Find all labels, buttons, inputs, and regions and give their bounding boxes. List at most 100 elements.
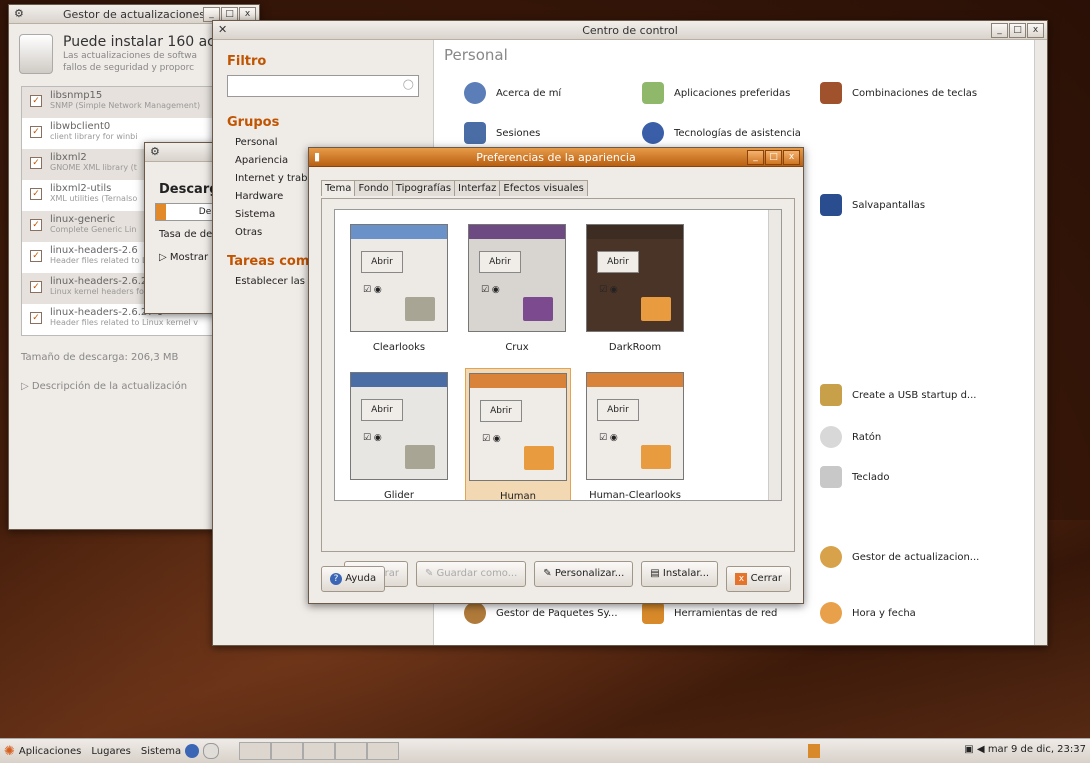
theme-preview-checkbox: ☑ ◉ [599, 285, 618, 295]
close-button[interactable]: x [1027, 23, 1044, 38]
theme-preview: Abrir ☑ ◉ [350, 224, 448, 332]
theme-item[interactable]: Abrir ☑ ◉ DarkRoom [583, 220, 687, 353]
window-button[interactable] [303, 742, 336, 760]
theme-preview-checkbox: ☑ ◉ [363, 285, 382, 295]
theme-list: Abrir ☑ ◉ Clearlooks Abrir ☑ ◉ Crux Abrir ☑ ◉ Da… [334, 209, 782, 501]
close-dialog-button[interactable]: x Cerrar [726, 566, 791, 592]
trash-icon[interactable] [808, 744, 820, 758]
theme-item[interactable]: Abrir ☑ ◉ Human [465, 368, 571, 500]
help-button[interactable]: ? Ayuda [321, 566, 386, 592]
save-as-button[interactable]: ✎ Guardar como... [415, 561, 527, 587]
item-preferred-apps[interactable]: Aplicaciones preferidas [642, 82, 790, 104]
bottom-panel: ✺ Aplicaciones Lugares Sistema ▣ ◀ mar 9… [0, 738, 1090, 763]
ubuntu-logo-icon[interactable]: ✺ [4, 744, 15, 759]
scrollbar[interactable] [768, 210, 781, 500]
groups-heading: Grupos [227, 115, 280, 130]
customize-button[interactable]: ✎ Personalizar... [534, 561, 634, 587]
item-keyboard-shortcuts[interactable]: Combinaciones de teclas [820, 82, 977, 104]
accessibility-icon [642, 122, 664, 144]
theme-name: Crux [505, 342, 529, 353]
item-time-date[interactable]: Hora y fecha [820, 602, 916, 624]
search-icon: ○ [402, 77, 414, 92]
install-button[interactable]: ▤ Instalar... [641, 561, 719, 587]
item-mouse[interactable]: Ratón [820, 426, 881, 448]
item-keyboard[interactable]: Teclado [820, 466, 889, 488]
tab-background[interactable]: Fondo [354, 180, 393, 196]
network-tools-icon [642, 602, 664, 624]
scrollbar[interactable] [1034, 40, 1047, 645]
updates-subtitle: Las actualizaciones de softwa [63, 51, 197, 61]
theme-preview-checkbox: ☑ ◉ [482, 434, 501, 444]
theme-preview: Abrir ☑ ◉ [469, 373, 567, 481]
theme-item[interactable]: Abrir ☑ ◉ Crux [465, 220, 569, 353]
item-screensaver[interactable]: Salvapantallas [820, 194, 925, 216]
checkbox[interactable]: ✓ [30, 250, 42, 262]
window-button[interactable] [271, 742, 304, 760]
help-launcher-icon[interactable] [203, 743, 220, 759]
minimize-button[interactable]: _ [991, 23, 1008, 38]
section-heading: Personal [444, 46, 508, 64]
window-button[interactable] [367, 742, 400, 760]
theme-name: DarkRoom [608, 342, 662, 353]
show-desktop-button[interactable] [239, 742, 272, 760]
package-manager-icon [464, 602, 486, 624]
filter-input[interactable]: ○ [227, 75, 419, 97]
clock[interactable]: mar 9 de dic, 23:37 [988, 744, 1086, 755]
theme-preview: Abrir ☑ ◉ [350, 372, 448, 480]
checkbox[interactable]: ✓ [30, 95, 42, 107]
minimize-button[interactable]: _ [747, 150, 764, 165]
checkbox[interactable]: ✓ [30, 157, 42, 169]
theme-preview-titlebar [351, 225, 447, 239]
folder-icon [641, 445, 671, 469]
tab-theme[interactable]: Tema [321, 180, 356, 196]
sessions-icon [464, 122, 486, 144]
theme-preview: Abrir ☑ ◉ [468, 224, 566, 332]
updates-heading: Puede instalar 160 ac [63, 34, 215, 50]
folder-icon [523, 297, 553, 321]
window-button[interactable] [335, 742, 368, 760]
clock-icon [820, 602, 842, 624]
updates-subtitle-2: fallos de seguridad y proporc [63, 63, 195, 73]
checkbox[interactable]: ✓ [30, 188, 42, 200]
network-icon[interactable]: ▣ [964, 744, 973, 755]
tab-bar: Tema Fondo Tipografías Interfaz Efectos … [321, 180, 588, 196]
close-button[interactable]: x [783, 150, 800, 165]
item-assistive[interactable]: Tecnologías de asistencia [642, 122, 801, 144]
item-usb-startup[interactable]: Create a USB startup d... [820, 384, 976, 406]
theme-item[interactable]: Abrir ☑ ◉ Clearlooks [347, 220, 451, 353]
checkbox[interactable]: ✓ [30, 219, 42, 231]
window-title: Gestor de actualizaciones [62, 7, 206, 21]
monitor-icon [820, 194, 842, 216]
tab-fonts[interactable]: Tipografías [391, 180, 456, 196]
system-menu[interactable]: Sistema [141, 746, 181, 757]
filter-heading: Filtro [227, 54, 267, 69]
maximize-button[interactable]: □ [765, 150, 782, 165]
tab-visual-effects[interactable]: Efectos visuales [499, 180, 588, 196]
places-menu[interactable]: Lugares [91, 746, 130, 757]
item-sessions[interactable]: Sesiones [464, 122, 540, 144]
theme-item[interactable]: Abrir ☑ ◉ Human-Clearlooks [583, 368, 687, 500]
volume-icon[interactable]: ◀ [977, 744, 985, 755]
theme-preview: Abrir ☑ ◉ [586, 224, 684, 332]
theme-preview-titlebar [587, 373, 683, 387]
item-synaptic[interactable]: Gestor de Paquetes Sy... [464, 602, 618, 624]
theme-item[interactable]: Abrir ☑ ◉ Glider [347, 368, 451, 500]
theme-preview-button: Abrir [480, 400, 522, 422]
theme-preview-titlebar [469, 225, 565, 239]
tab-interface[interactable]: Interfaz [454, 180, 501, 196]
item-about-me[interactable]: Acerca de mí [464, 82, 561, 104]
theme-name: Clearlooks [372, 342, 426, 353]
checkbox[interactable]: ✓ [30, 281, 42, 293]
checkbox[interactable]: ✓ [30, 312, 42, 324]
theme-preview-checkbox: ☑ ◉ [599, 433, 618, 443]
checkbox[interactable]: ✓ [30, 126, 42, 138]
control-center-icon: ✕ [218, 23, 228, 36]
theme-preview-button: Abrir [479, 251, 521, 273]
item-update-manager[interactable]: Gestor de actualizacion... [820, 546, 979, 568]
item-network-tools[interactable]: Herramientas de red [642, 602, 777, 624]
applications-menu[interactable]: Aplicaciones [19, 746, 81, 757]
browser-icon[interactable] [185, 744, 200, 758]
appearance-titlebar[interactable]: ▮ Preferencias de la apariencia _ □ x [309, 148, 803, 167]
maximize-button[interactable]: □ [1009, 23, 1026, 38]
control-center-titlebar[interactable]: ✕ Centro de control _ □ x [213, 21, 1047, 40]
